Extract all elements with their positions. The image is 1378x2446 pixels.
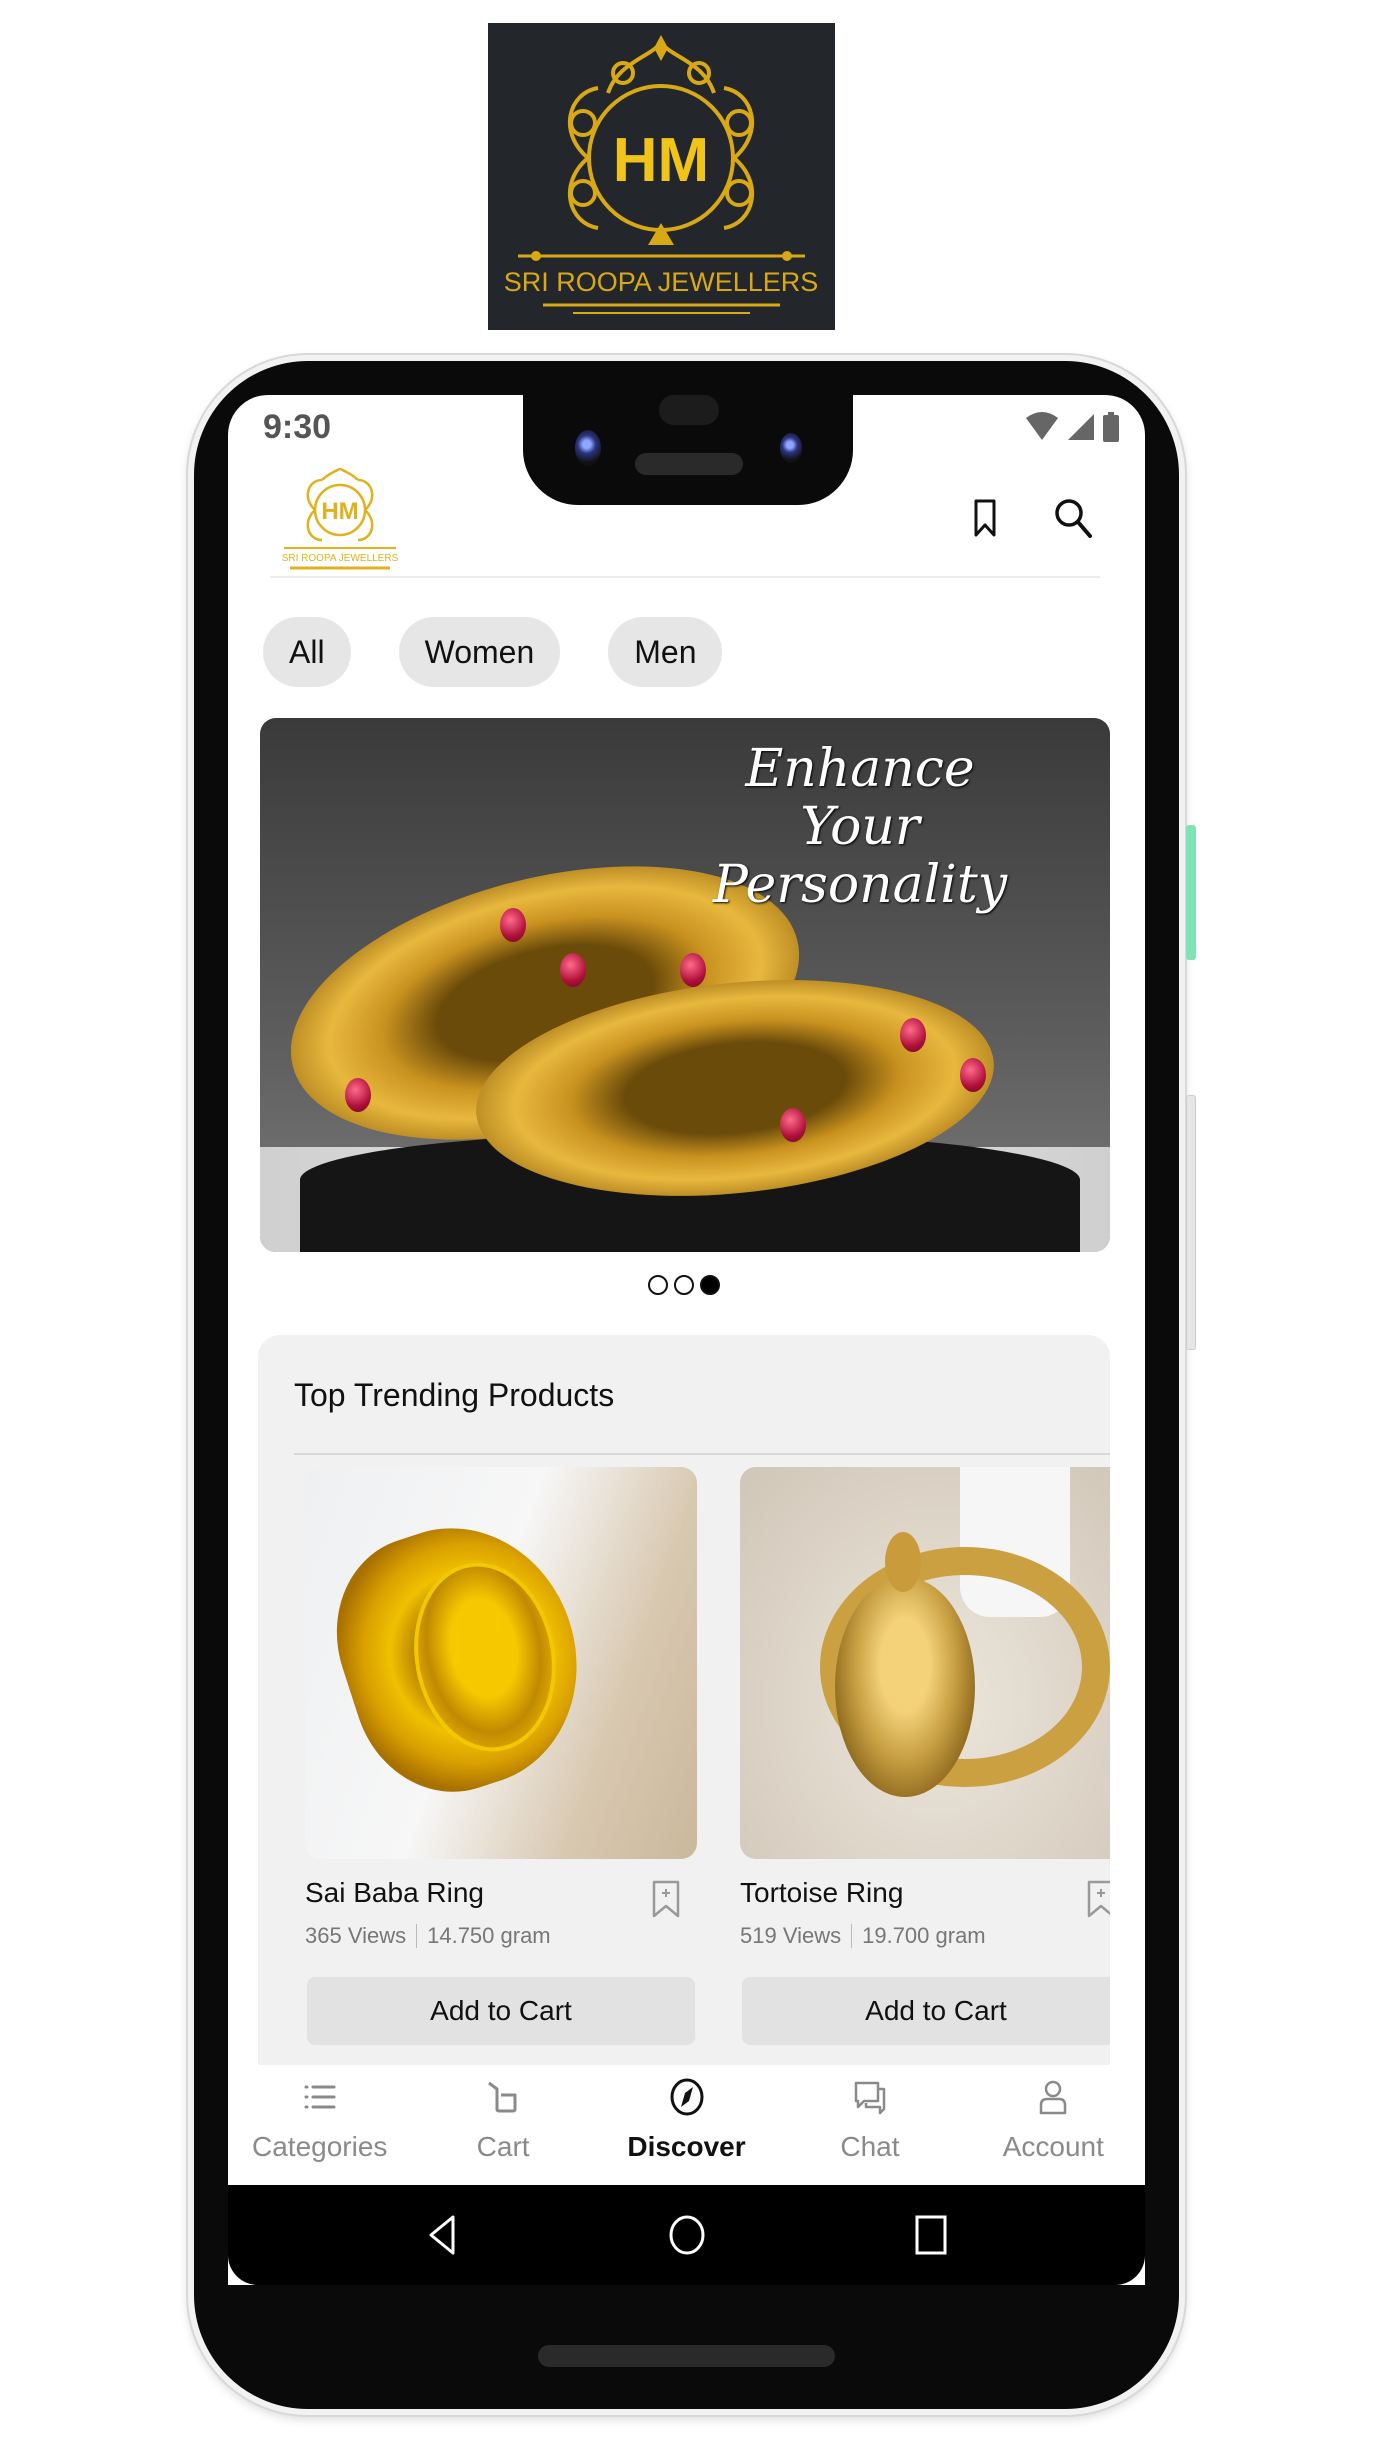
filter-chips: All Women Men: [263, 617, 723, 687]
phone-notch: [523, 390, 853, 505]
product-image[interactable]: [740, 1467, 1110, 1859]
product-image[interactable]: [305, 1467, 697, 1859]
product-name[interactable]: Tortoise Ring: [740, 1877, 903, 1909]
meta-separator: [416, 1924, 418, 1948]
add-to-cart-button[interactable]: Add to Cart: [742, 1977, 1110, 2045]
nav-categories[interactable]: Categories: [228, 2065, 411, 2185]
ruby-gem: [960, 1058, 986, 1092]
bookmark-add-icon[interactable]: [1085, 1879, 1110, 1919]
svg-text:SRI ROOPA JEWELLERS: SRI ROOPA JEWELLERS: [504, 267, 819, 297]
front-camera-icon: [575, 430, 601, 466]
carousel-dot[interactable]: [674, 1275, 694, 1295]
section-title: Top Trending Products: [294, 1377, 615, 1413]
home-icon[interactable]: [665, 2213, 709, 2257]
system-navigation: [228, 2185, 1145, 2285]
ruby-gem: [900, 1018, 926, 1052]
product-name[interactable]: Sai Baba Ring: [305, 1877, 484, 1909]
section-divider: [294, 1453, 1110, 1455]
chip-women[interactable]: Women: [398, 617, 561, 687]
user-icon: [1040, 2080, 1067, 2115]
header-divider: [270, 576, 1100, 578]
app-logo[interactable]: HM SRI ROOPA JEWELLERS: [280, 467, 400, 573]
brand-emblem-icon: HM SRI ROOPA JEWELLERS: [504, 35, 819, 314]
banner-headline: Enhance Your Personality: [680, 740, 1040, 914]
product-weight: 19.700 gram: [862, 1923, 986, 1948]
status-time: 9:30: [263, 408, 332, 446]
carousel-dot[interactable]: [648, 1275, 668, 1295]
front-camera-icon: [780, 433, 802, 463]
compass-icon: [670, 2078, 704, 2116]
nav-chat[interactable]: Chat: [778, 2065, 961, 2185]
nav-label: Discover: [627, 2131, 746, 2162]
carousel-dots: [648, 1275, 720, 1295]
product-views: 519 Views: [740, 1923, 842, 1948]
banner-line-1: Enhance Your: [745, 739, 975, 857]
wifi-icon: [1026, 412, 1058, 440]
chat-icon: [854, 2081, 886, 2115]
back-icon[interactable]: [421, 2213, 465, 2257]
promo-banner[interactable]: Enhance Your Personality: [260, 718, 1110, 1252]
add-to-cart-button[interactable]: Add to Cart: [307, 1977, 695, 2045]
earpiece-speaker: [635, 453, 743, 475]
bottom-navigation: Categories Cart Discover Chat Account: [228, 2065, 1145, 2185]
bookmark-add-icon[interactable]: [650, 1879, 682, 1919]
product-weight: 14.750 gram: [427, 1923, 551, 1948]
cart-icon: [488, 2081, 517, 2113]
chip-all[interactable]: All: [263, 617, 351, 687]
ruby-gem: [780, 1108, 806, 1142]
search-icon[interactable]: [1050, 495, 1096, 541]
product-views: 365 Views: [305, 1923, 407, 1948]
nav-label: Cart: [476, 2131, 530, 2162]
ruby-gem: [345, 1078, 371, 1112]
svg-text:HM: HM: [613, 126, 709, 195]
chip-men[interactable]: Men: [608, 617, 723, 687]
nav-discover[interactable]: Discover: [595, 2065, 778, 2185]
brand-logo: HM SRI ROOPA JEWELLERS: [488, 23, 835, 330]
product-meta: 519 Views 19.700 gram: [740, 1923, 986, 1949]
ruby-gem: [500, 908, 526, 942]
product-card[interactable]: Sai Baba Ring 365 Views 14.750 gram Add …: [305, 1467, 697, 2045]
recents-icon[interactable]: [909, 2213, 953, 2257]
signal-icon: [1068, 414, 1094, 440]
product-card[interactable]: Tortoise Ring 519 Views 19.700 gram Add …: [740, 1467, 1110, 2045]
banner-line-2: Personality: [712, 855, 1008, 915]
status-icons: [1025, 412, 1119, 442]
battery-icon: [1103, 412, 1119, 442]
bookmark-icon[interactable]: [962, 495, 1008, 541]
list-icon: [304, 2085, 336, 2109]
nav-label: Categories: [252, 2131, 388, 2162]
ruby-gem: [680, 953, 706, 987]
nav-cart[interactable]: Cart: [411, 2065, 594, 2185]
svg-text:HM: HM: [321, 498, 358, 525]
bottom-speaker: [538, 2345, 835, 2367]
meta-separator: [851, 1924, 853, 1948]
nav-label: Account: [1002, 2131, 1104, 2162]
nav-account[interactable]: Account: [962, 2065, 1145, 2185]
power-button: [1186, 825, 1196, 960]
nav-label: Chat: [840, 2131, 900, 2162]
trending-section: Top Trending Products Sai Baba Ring 365 …: [258, 1335, 1110, 2095]
volume-button: [1186, 1095, 1196, 1350]
product-meta: 365 Views 14.750 gram: [305, 1923, 551, 1949]
svg-text:SRI ROOPA JEWELLERS: SRI ROOPA JEWELLERS: [282, 553, 399, 564]
carousel-dot-active[interactable]: [700, 1275, 720, 1295]
ruby-gem: [560, 953, 586, 987]
